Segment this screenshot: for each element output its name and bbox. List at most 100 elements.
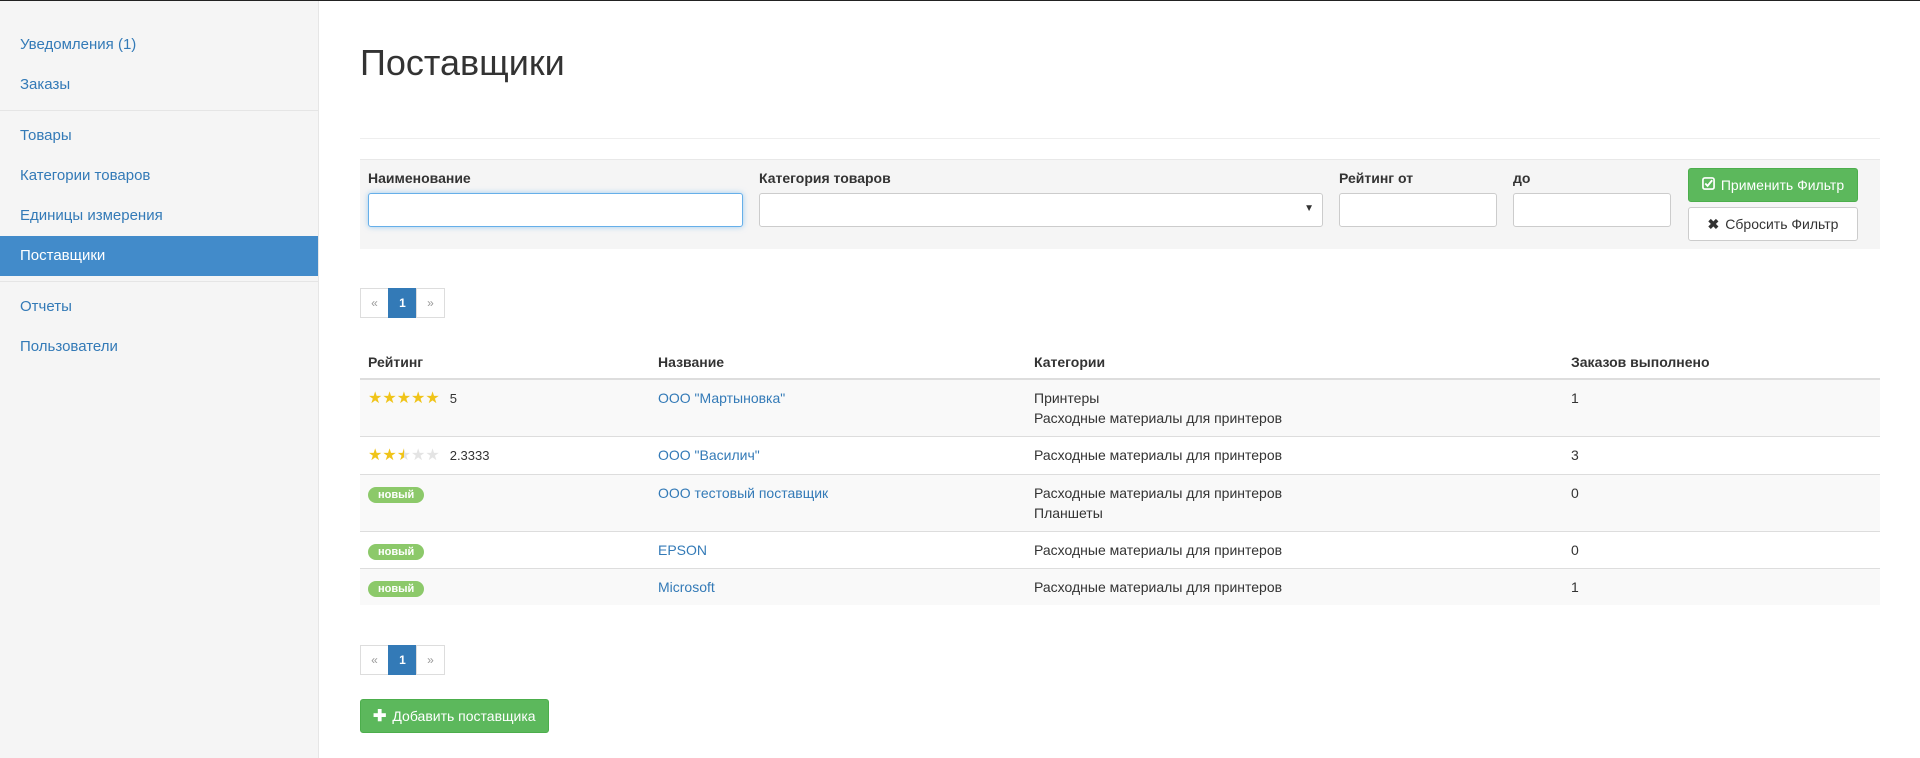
pagination-page[interactable]: 1	[388, 288, 417, 318]
filter-category-select[interactable]: ▼	[759, 193, 1323, 227]
cell-name: EPSON	[650, 531, 1026, 569]
pagination-bottom: « 1 »	[360, 645, 1880, 675]
category-item: Расходные материалы для принтеров	[1034, 579, 1283, 595]
table-row: новый ООО тестовый поставщик Расходные мат…	[360, 474, 1880, 532]
apply-filter-button[interactable]: Применить Фильтр	[1688, 168, 1858, 202]
suppliers-table: Рейтинг Название Категории Заказов выпол…	[360, 342, 1880, 605]
page-title: Поставщики	[360, 41, 1880, 139]
sidebar-item-users[interactable]: Пользователи	[0, 327, 318, 367]
star-icon: ★	[425, 447, 440, 464]
category-item: Расходные материалы для принтеров	[1034, 542, 1283, 558]
supplier-link[interactable]: ООО тестовый поставщик	[658, 485, 828, 501]
sidebar-item-notifications[interactable]: Уведомления (1)	[0, 25, 318, 65]
cell-categories: Расходные материалы для принтеров Планшет…	[1026, 474, 1563, 532]
filter-panel: Наименование Категория товаров ▼ Рейтинг…	[360, 159, 1880, 249]
pagination-page[interactable]: 1	[388, 645, 417, 675]
filter-name-label: Наименование	[368, 170, 471, 186]
sidebar-item-suppliers[interactable]: Поставщики	[0, 236, 318, 276]
header-categories[interactable]: Категории	[1026, 342, 1563, 380]
header-orders[interactable]: Заказов выполнено	[1563, 342, 1880, 380]
star-rating: ★ ★ ★ ★ ★	[368, 448, 440, 464]
close-icon: ✖	[1707, 215, 1720, 232]
cell-rating: новый	[360, 531, 650, 569]
star-icon: ★	[396, 447, 412, 464]
category-item: Расходные материалы для принтеров	[1034, 410, 1283, 426]
sidebar-item-reports[interactable]: Отчеты	[0, 287, 318, 327]
cell-rating: новый	[360, 568, 650, 605]
cell-orders: 3	[1563, 436, 1880, 475]
filter-rating-to-input[interactable]	[1513, 193, 1671, 227]
filter-category-label: Категория товаров	[759, 170, 891, 186]
header-name[interactable]: Название	[650, 342, 1026, 380]
filter-rating-to-group: до	[1513, 169, 1671, 227]
cell-categories: Расходные материалы для принтеров	[1026, 531, 1563, 569]
status-badge: новый	[368, 487, 425, 503]
sidebar-item-orders[interactable]: Заказы	[0, 65, 318, 105]
cell-categories: Расходные материалы для принтеров	[1026, 568, 1563, 605]
star-icon: ★	[396, 390, 412, 407]
sidebar-item-product-categories[interactable]: Категории товаров	[0, 156, 318, 196]
supplier-link[interactable]: EPSON	[658, 542, 707, 558]
sidebar-divider	[0, 110, 318, 111]
rating-value: 5	[449, 391, 457, 406]
cell-categories: Расходные материалы для принтеров	[1026, 436, 1563, 475]
reset-filter-button[interactable]: ✖ Сбросить Фильтр	[1688, 207, 1858, 241]
main-content: Поставщики Наименование Категория товаро…	[360, 1, 1880, 733]
filter-rating-from-input[interactable]	[1339, 193, 1497, 227]
pagination-next[interactable]: »	[416, 645, 445, 675]
star-icon: ★	[368, 447, 383, 464]
category-item: Планшеты	[1034, 505, 1103, 521]
category-item: Принтеры	[1034, 390, 1100, 406]
table-row: новый Microsoft Расходные материалы для пр…	[360, 568, 1880, 605]
caret-down-icon: ▼	[1304, 203, 1314, 214]
plus-icon: ✚	[373, 708, 387, 725]
category-item: Расходные материалы для принтеров	[1034, 447, 1283, 463]
star-icon: ★	[425, 390, 440, 407]
cell-orders: 0	[1563, 531, 1880, 569]
filter-name-input[interactable]	[368, 193, 743, 227]
supplier-link[interactable]: ООО "Мартыновка"	[658, 390, 785, 406]
cell-name: Microsoft	[650, 568, 1026, 605]
cell-orders: 1	[1563, 568, 1880, 605]
filter-rating-to-label: до	[1513, 170, 1531, 186]
cell-name: ООО "Василич"	[650, 436, 1026, 475]
cell-name: ООО тестовый поставщик	[650, 474, 1026, 532]
table-row: ★ ★ ★ ★ ★ 5 ООО "Мартыновка" Принтеры Расходные …	[360, 378, 1880, 437]
table-row: новый EPSON Расходные материалы для принте…	[360, 531, 1880, 569]
cell-rating: ★ ★ ★ ★ ★ 2.3333	[360, 436, 650, 475]
nav-group-1: Уведомления (1) Заказы	[0, 25, 318, 105]
add-supplier-label: Добавить поставщика	[392, 708, 536, 724]
check-square-icon	[1701, 177, 1715, 193]
cell-orders: 1	[1563, 378, 1880, 437]
star-icon: ★	[382, 390, 397, 407]
pagination-prev[interactable]: «	[360, 288, 389, 318]
status-badge: новый	[368, 581, 425, 597]
sidebar: Уведомления (1) Заказы Товары Категории …	[0, 1, 319, 758]
pagination-prev[interactable]: «	[360, 645, 389, 675]
filter-rating-from-label: Рейтинг от	[1339, 170, 1414, 186]
cell-categories: Принтеры Расходные материалы для принтеро…	[1026, 378, 1563, 437]
apply-filter-label: Применить Фильтр	[1720, 177, 1845, 193]
nav-group-3: Отчеты Пользователи	[0, 287, 318, 367]
cell-rating: ★ ★ ★ ★ ★ 5	[360, 378, 650, 437]
header-rating[interactable]: Рейтинг	[360, 342, 650, 380]
category-item: Расходные материалы для принтеров	[1034, 485, 1283, 501]
cell-name: ООО "Мартыновка"	[650, 378, 1026, 437]
table-body: ★ ★ ★ ★ ★ 5 ООО "Мартыновка" Принтеры Расходные …	[360, 378, 1880, 605]
supplier-link[interactable]: Microsoft	[658, 579, 715, 595]
reset-filter-label: Сбросить Фильтр	[1725, 216, 1839, 232]
cell-orders: 0	[1563, 474, 1880, 532]
sidebar-item-units[interactable]: Единицы измерения	[0, 196, 318, 236]
sidebar-item-products[interactable]: Товары	[0, 116, 318, 156]
table-row: ★ ★ ★ ★ ★ 2.3333 ООО "Василич" Расходные матери…	[360, 436, 1880, 475]
add-supplier-button[interactable]: ✚ Добавить поставщика	[360, 699, 549, 733]
supplier-link[interactable]: ООО "Василич"	[658, 447, 760, 463]
star-icon: ★	[411, 447, 426, 464]
pagination-next[interactable]: »	[416, 288, 445, 318]
filter-rating-from-group: Рейтинг от	[1339, 169, 1497, 227]
rating-value: 2.3333	[449, 448, 490, 463]
star-icon: ★	[411, 390, 426, 407]
star-icon: ★	[368, 390, 383, 407]
cell-rating: новый	[360, 474, 650, 532]
star-rating: ★ ★ ★ ★ ★	[368, 391, 440, 407]
